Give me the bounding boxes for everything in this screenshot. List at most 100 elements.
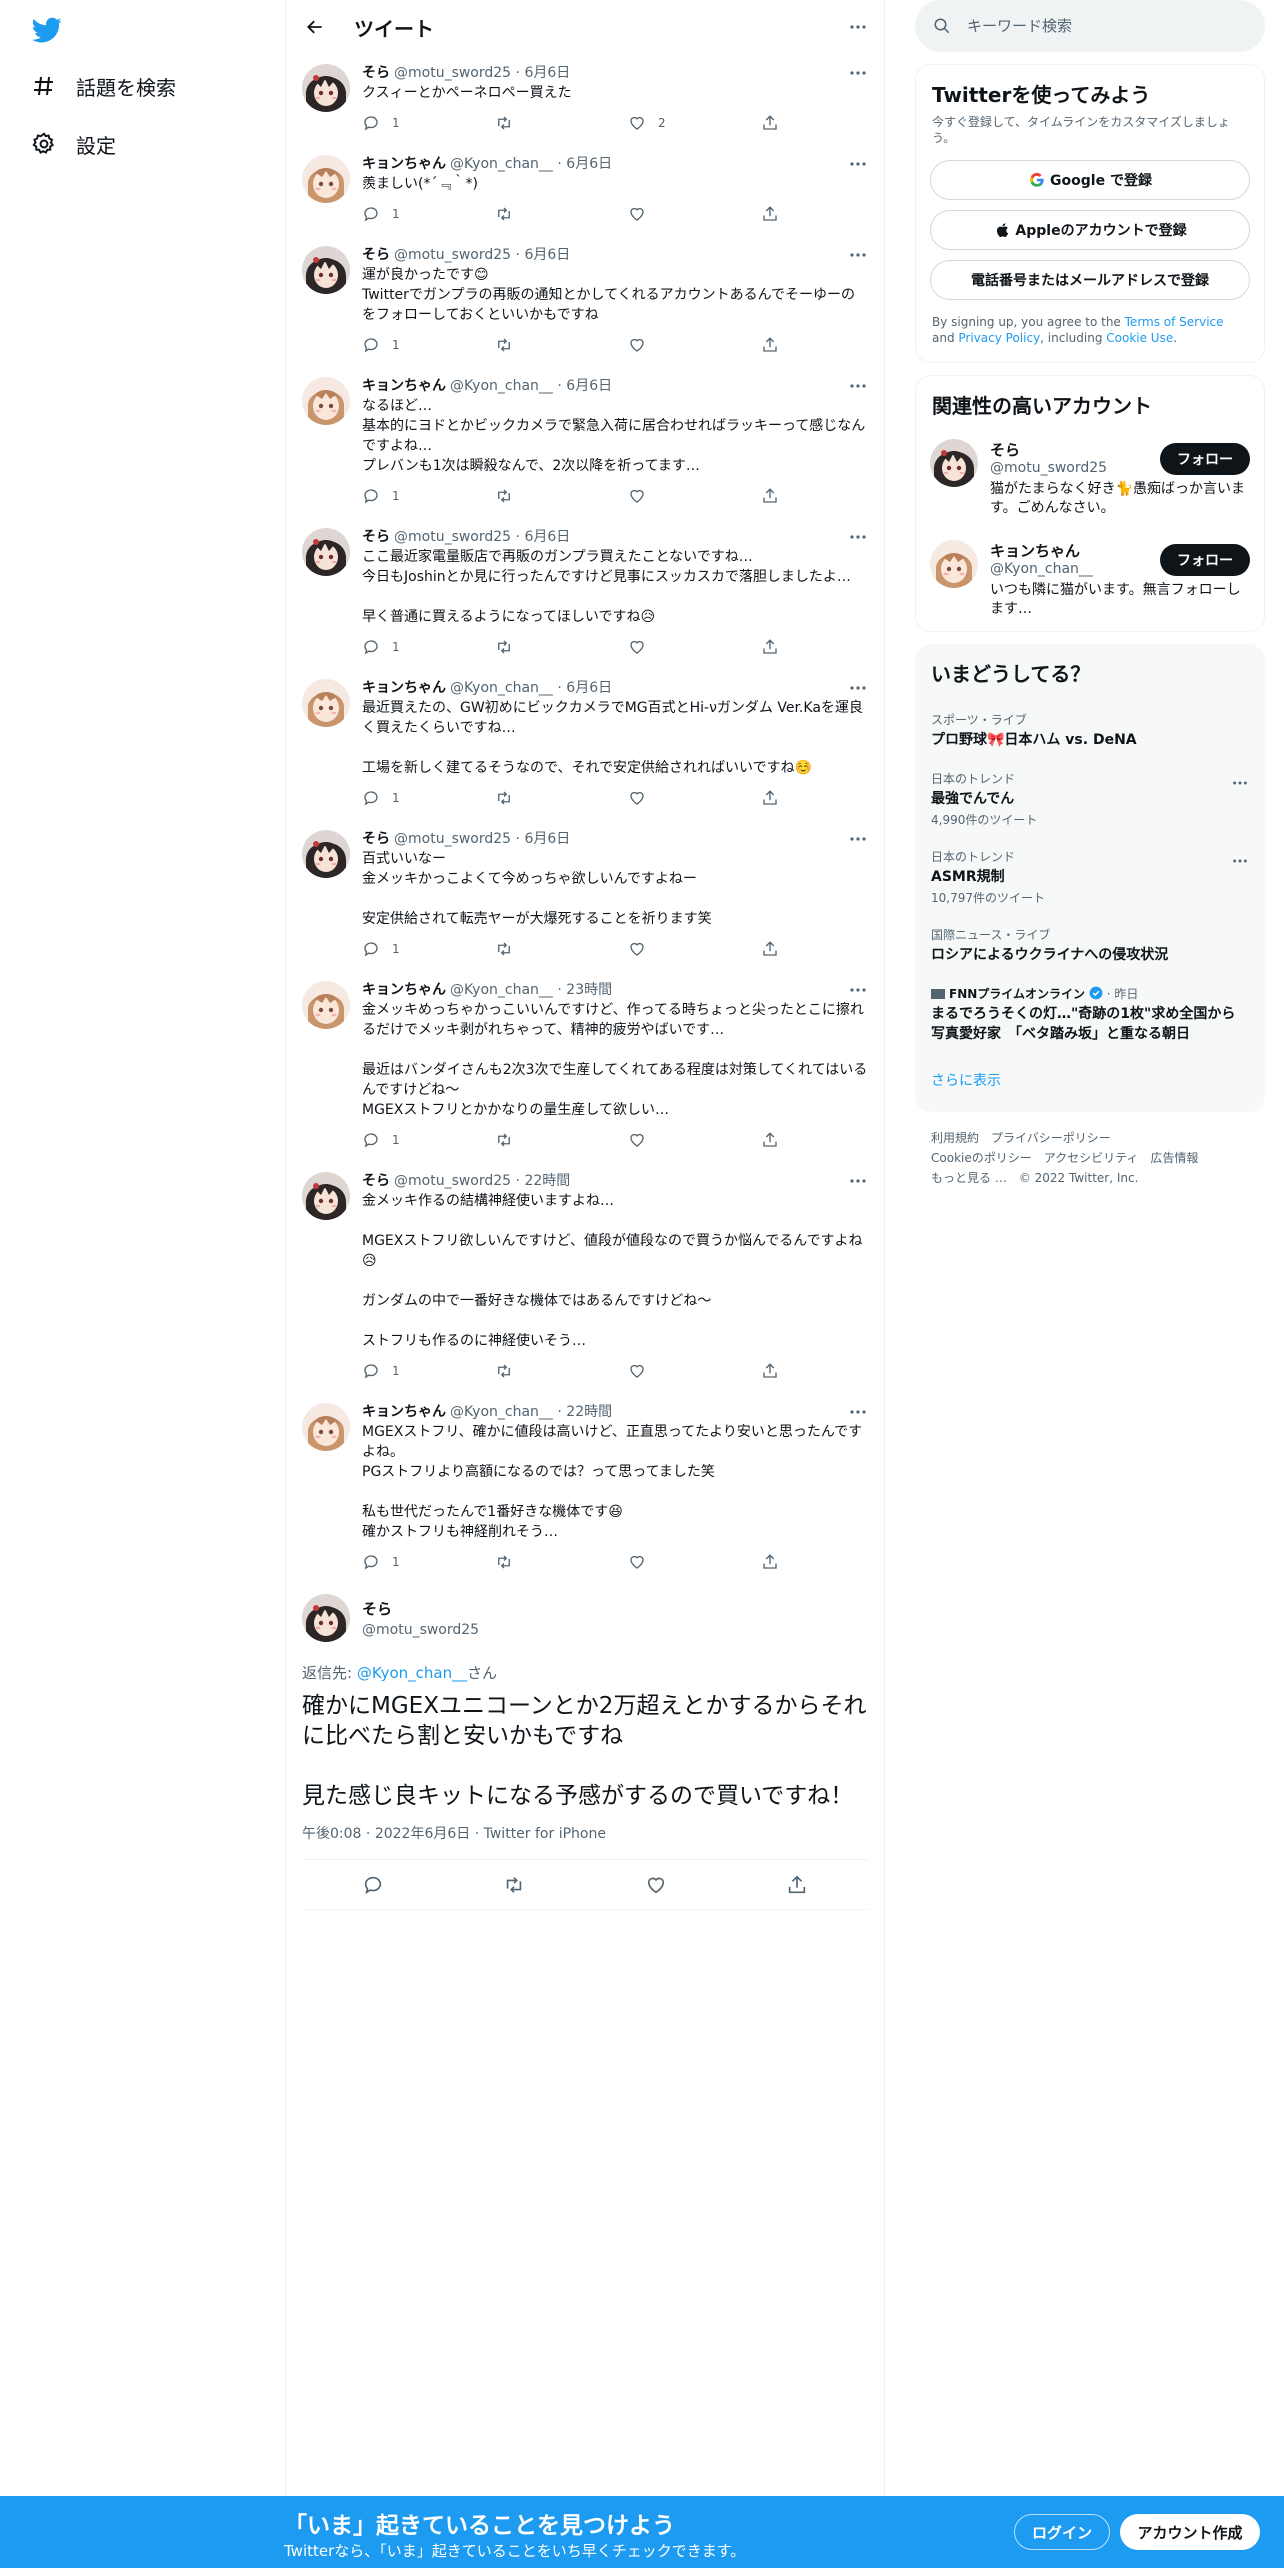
nav-explore[interactable]: 話題を検索: [30, 64, 176, 108]
tweet-time[interactable]: 6月6日: [524, 528, 570, 546]
tweet[interactable]: そら @motu_sword25 · 6月6日 ここ最近家電量販店で再販のガンプラ買…: [286, 518, 884, 669]
follow-button[interactable]: フォロー: [1160, 544, 1250, 576]
share-button[interactable]: [761, 1362, 801, 1380]
reply-button[interactable]: 1: [362, 336, 495, 354]
reply-button[interactable]: 1: [362, 114, 495, 132]
more-icon[interactable]: [848, 377, 868, 395]
author-handle[interactable]: @motu_sword25: [394, 246, 511, 264]
author-name[interactable]: キョンちゃん: [362, 377, 446, 395]
author-handle[interactable]: @motu_sword25: [394, 1172, 511, 1190]
trend-item[interactable]: 日本のトレンド 最強でんでん 4,990件のツイート: [915, 760, 1265, 838]
like-button[interactable]: [628, 638, 761, 656]
news-item[interactable]: FNNプライムオンライン · 昨日 まるでろうそくの灯…"奇跡の1枚"求め全国か…: [915, 975, 1265, 1054]
footer-link[interactable]: もっと見る …: [931, 1171, 1007, 1185]
like-button[interactable]: [628, 336, 761, 354]
more-icon[interactable]: [848, 64, 868, 82]
author-handle[interactable]: @motu_sword25: [362, 1622, 479, 1638]
retweet-button[interactable]: [495, 1553, 628, 1571]
author-handle[interactable]: @Kyon_chan__: [450, 679, 553, 697]
tweet[interactable]: キョンちゃん @Kyon_chan__ · 6月6日 羨ましい(*´﹃｀*) 1: [286, 145, 884, 236]
avatar[interactable]: [302, 981, 350, 1029]
follow-button[interactable]: フォロー: [1160, 443, 1250, 475]
more-icon[interactable]: [848, 155, 868, 173]
author-handle[interactable]: @Kyon_chan__: [450, 155, 553, 173]
footer-link[interactable]: プライバシーポリシー: [991, 1131, 1111, 1145]
tweet-time[interactable]: 22時間: [566, 1403, 612, 1421]
retweet-button[interactable]: [495, 205, 628, 223]
retweet-button[interactable]: [495, 1362, 628, 1380]
tweet[interactable]: そら @motu_sword25 · 22時間 金メッキ作るの結構神経使いますよね……: [286, 1162, 884, 1393]
like-icon[interactable]: [645, 1874, 667, 1896]
tweet-time[interactable]: 午後0:08: [302, 1826, 361, 1842]
share-button[interactable]: [761, 940, 801, 958]
more-icon[interactable]: [848, 1403, 868, 1421]
search-input[interactable]: [967, 17, 1217, 35]
author-name[interactable]: そら: [362, 830, 390, 848]
login-button[interactable]: ログイン: [1014, 2514, 1110, 2550]
reply-to-link[interactable]: @Kyon_chan__: [357, 1664, 467, 1682]
avatar[interactable]: [302, 1172, 350, 1220]
tweet[interactable]: そら @motu_sword25 · 6月6日 クスィーとかペーネロペー買えた 1 2: [286, 54, 884, 145]
like-button[interactable]: [628, 1553, 761, 1571]
author-name[interactable]: そら: [362, 1598, 479, 1619]
nav-settings[interactable]: 設定: [30, 122, 116, 166]
reply-button[interactable]: 1: [362, 1362, 495, 1380]
reply-button[interactable]: 1: [362, 1131, 495, 1149]
retweet-button[interactable]: [495, 638, 628, 656]
more-icon[interactable]: [848, 981, 868, 999]
account-card[interactable]: そら @motu_sword25 猫がたまらなく好き🐈愚痴ばっか言います。ごめんなさ…: [916, 429, 1264, 530]
share-button[interactable]: [761, 789, 801, 807]
like-button[interactable]: [628, 1362, 761, 1380]
avatar[interactable]: [302, 1594, 350, 1642]
avatar[interactable]: [302, 830, 350, 878]
share-button[interactable]: [761, 1553, 801, 1571]
tweet-time[interactable]: 6月6日: [566, 155, 612, 173]
retweet-button[interactable]: [495, 114, 628, 132]
author-handle[interactable]: @motu_sword25: [394, 64, 511, 82]
author-name[interactable]: キョンちゃん: [362, 981, 446, 999]
footer-link[interactable]: 広告情報: [1150, 1151, 1198, 1165]
avatar[interactable]: [930, 439, 978, 487]
search-box[interactable]: [915, 0, 1265, 52]
tweet-time[interactable]: 6月6日: [524, 830, 570, 848]
tweet-time[interactable]: 6月6日: [566, 679, 612, 697]
retweet-button[interactable]: [495, 487, 628, 505]
share-button[interactable]: [761, 114, 801, 132]
footer-link[interactable]: アクセシビリティ: [1044, 1151, 1139, 1165]
phone-signup-button[interactable]: 電話番号またはメールアドレスで登録: [930, 260, 1250, 300]
like-button[interactable]: [628, 940, 761, 958]
tweet-time[interactable]: 6月6日: [524, 64, 570, 82]
author-name[interactable]: そら: [362, 1172, 390, 1190]
author-name[interactable]: キョンちゃん: [362, 155, 446, 173]
tweet-time[interactable]: 6月6日: [524, 246, 570, 264]
avatar[interactable]: [302, 64, 350, 112]
like-button[interactable]: [628, 789, 761, 807]
author-name[interactable]: キョンちゃん: [362, 679, 446, 697]
share-button[interactable]: [761, 205, 801, 223]
tweet[interactable]: キョンちゃん @Kyon_chan__ · 6月6日 最近買えたの、GW初めにビック…: [286, 669, 884, 820]
reply-button[interactable]: 1: [362, 638, 495, 656]
share-button[interactable]: [761, 638, 801, 656]
back-arrow-icon[interactable]: [302, 14, 328, 40]
show-more-link[interactable]: さらに表示: [915, 1054, 1265, 1108]
retweet-button[interactable]: [495, 940, 628, 958]
tweet[interactable]: キョンちゃん @Kyon_chan__ · 6月6日 なるほど… 基本的にヨドとかビ…: [286, 367, 884, 518]
avatar[interactable]: [302, 246, 350, 294]
reply-button[interactable]: 1: [362, 1553, 495, 1571]
more-icon[interactable]: [1231, 856, 1249, 866]
terms-link[interactable]: Terms of Service: [1125, 315, 1224, 329]
trend-item[interactable]: スポーツ・ライブ プロ野球🎀日本ハム vs. DeNA: [915, 701, 1265, 760]
like-button[interactable]: [628, 1131, 761, 1149]
more-icon[interactable]: [848, 528, 868, 546]
like-button[interactable]: [628, 487, 761, 505]
author-name[interactable]: そら: [362, 528, 390, 546]
avatar[interactable]: [302, 377, 350, 425]
avatar[interactable]: [930, 540, 978, 588]
reply-button[interactable]: 1: [362, 487, 495, 505]
privacy-link[interactable]: Privacy Policy: [958, 331, 1040, 345]
tweet-date[interactable]: 2022年6月6日: [375, 1826, 470, 1842]
author-name[interactable]: キョンちゃん: [362, 1403, 446, 1421]
more-icon[interactable]: [1231, 778, 1249, 788]
share-button[interactable]: [761, 487, 801, 505]
trend-item[interactable]: 日本のトレンド ASMR規制 10,797件のツイート: [915, 838, 1265, 916]
